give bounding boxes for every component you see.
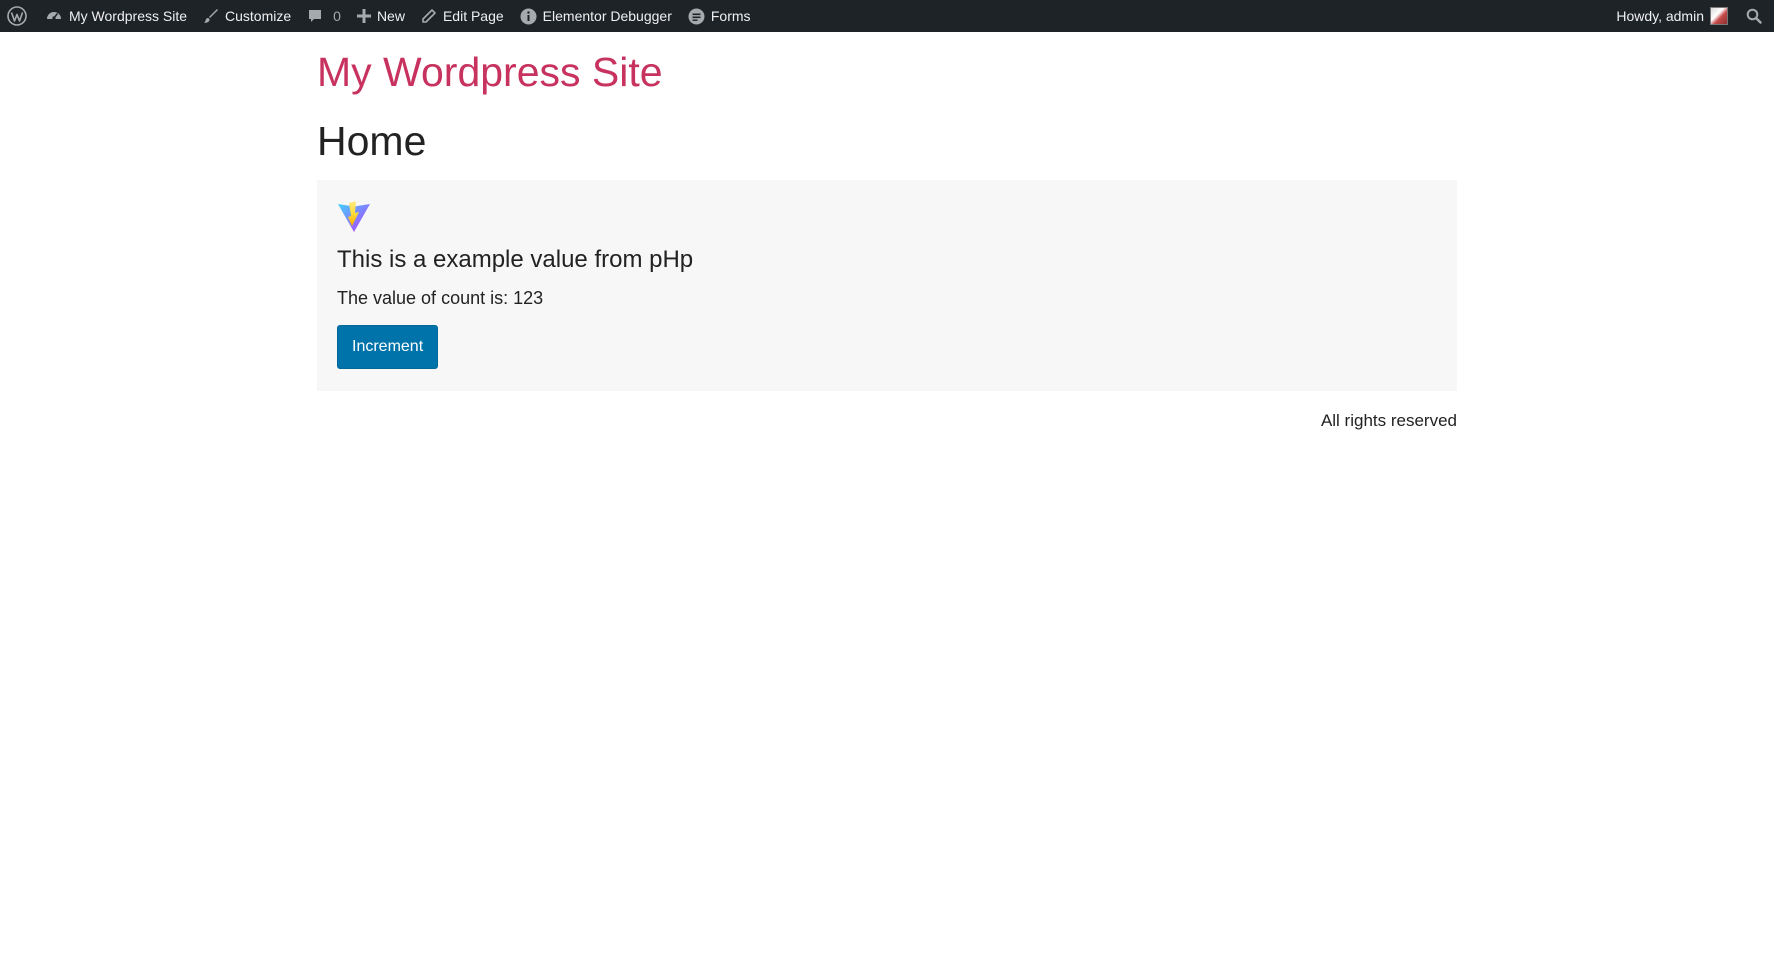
- admin-bar-right: Howdy, admin: [1608, 0, 1774, 32]
- count-value-text: The value of count is: 123: [337, 288, 544, 309]
- app-container: This is a example value from pHp The val…: [317, 180, 1457, 392]
- vite-logo-icon: [337, 200, 1437, 234]
- comments-count: 0: [333, 8, 341, 24]
- admin-bar-left: My Wordpress Site Customize 0 New Edit P…: [0, 0, 759, 32]
- admin-bar-search[interactable]: [1736, 0, 1774, 32]
- edit-page-label: Edit Page: [442, 8, 504, 24]
- app-heading: This is a example value from pHp: [337, 246, 694, 274]
- new-label: New: [376, 8, 405, 24]
- howdy-label: Howdy, admin: [1616, 8, 1704, 24]
- avatar: [1710, 7, 1728, 25]
- increment-button[interactable]: Increment: [337, 325, 439, 370]
- dashboard-icon: [45, 7, 63, 25]
- elementor-debugger-label: Elementor Debugger: [542, 8, 672, 24]
- admin-bar: My Wordpress Site Customize 0 New Edit P…: [0, 0, 1774, 32]
- wp-menu[interactable]: [0, 0, 37, 32]
- site-content: My Wordpress Site Home This is a example…: [317, 32, 1457, 431]
- comment-bubble-icon: [307, 8, 323, 24]
- forms-menu[interactable]: Forms: [680, 0, 759, 32]
- site-name-label: My Wordpress Site: [69, 8, 187, 24]
- search-icon: [1746, 8, 1762, 24]
- site-name-menu[interactable]: My Wordpress Site: [37, 0, 195, 32]
- page-title: Home: [317, 118, 427, 165]
- info-icon: [520, 8, 537, 25]
- footer-text: All rights reserved: [1320, 411, 1457, 431]
- my-account-menu[interactable]: Howdy, admin: [1608, 0, 1736, 32]
- plus-icon: [356, 9, 371, 23]
- comments-menu[interactable]: 0: [299, 0, 349, 32]
- edit-page-menu[interactable]: Edit Page: [413, 0, 512, 32]
- pencil-icon: [421, 8, 437, 24]
- paintbrush-icon: [203, 8, 219, 24]
- site-title-link[interactable]: My Wordpress Site: [317, 48, 1457, 97]
- elementor-debugger-menu[interactable]: Elementor Debugger: [512, 0, 680, 32]
- forms-label: Forms: [710, 8, 751, 24]
- customize-menu[interactable]: Customize: [195, 0, 299, 32]
- new-content-menu[interactable]: New: [349, 0, 413, 32]
- wordpress-logo-icon: [7, 6, 27, 26]
- customize-label: Customize: [225, 8, 292, 24]
- forms-icon: [688, 8, 705, 25]
